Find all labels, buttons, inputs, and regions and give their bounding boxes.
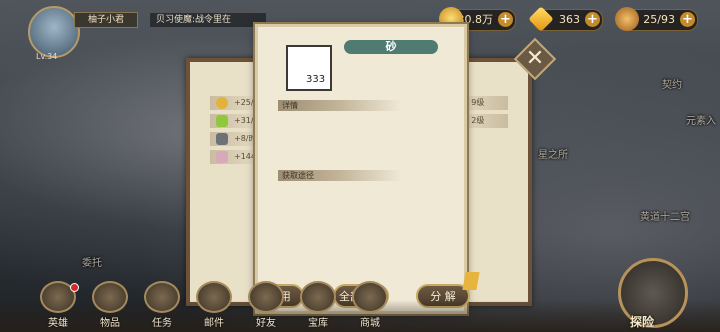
- nav-shop[interactable]: 商城: [352, 281, 388, 329]
- scroll-icon: [144, 281, 180, 313]
- bag-icon: [92, 281, 128, 313]
- anvil-icon: [216, 133, 228, 145]
- add-gem-button[interactable]: +: [585, 12, 600, 27]
- item-title: 砂: [344, 40, 438, 54]
- card-icon: [216, 151, 228, 163]
- close-icon: ✕: [525, 46, 545, 71]
- item-count: 333: [306, 74, 326, 85]
- treasure-icon: [300, 281, 336, 313]
- gold-coin-icon: [216, 97, 228, 109]
- friends-icon: [248, 281, 284, 313]
- nav-items[interactable]: 物品: [92, 281, 128, 329]
- add-gold-button[interactable]: +: [498, 12, 513, 27]
- source-header: 获取途径: [278, 170, 402, 181]
- mail-icon: [196, 281, 232, 313]
- nav-friends[interactable]: 好友: [248, 281, 284, 329]
- details-header: 详情: [278, 100, 402, 111]
- gem-counter: 363 +: [528, 6, 603, 32]
- nav-mail[interactable]: 邮件: [196, 281, 232, 329]
- gem-value: 363: [559, 13, 580, 26]
- nav-quests[interactable]: 任务: [144, 281, 180, 329]
- item-detail-dialog: 333 砂 详情 获取途径 使 用 全部使用 分 解: [252, 24, 470, 314]
- stamina-icon: [615, 7, 639, 31]
- player-avatar[interactable]: [28, 6, 80, 58]
- chat-ticker[interactable]: 贝习使魔:战令里在: [150, 13, 266, 27]
- player-name: 柚子小君: [74, 12, 138, 28]
- explore-label: 探险: [630, 315, 655, 329]
- add-stamina-button[interactable]: +: [680, 12, 695, 27]
- nav-treasury[interactable]: 宝库: [300, 281, 336, 329]
- shop-icon: [352, 281, 388, 313]
- player-level: Lv.34: [36, 52, 58, 61]
- gem-icon: [216, 115, 228, 127]
- stamina-counter: 25/93 +: [615, 7, 698, 31]
- stamina-value: 25/93: [643, 13, 675, 26]
- notification-dot: [70, 283, 79, 292]
